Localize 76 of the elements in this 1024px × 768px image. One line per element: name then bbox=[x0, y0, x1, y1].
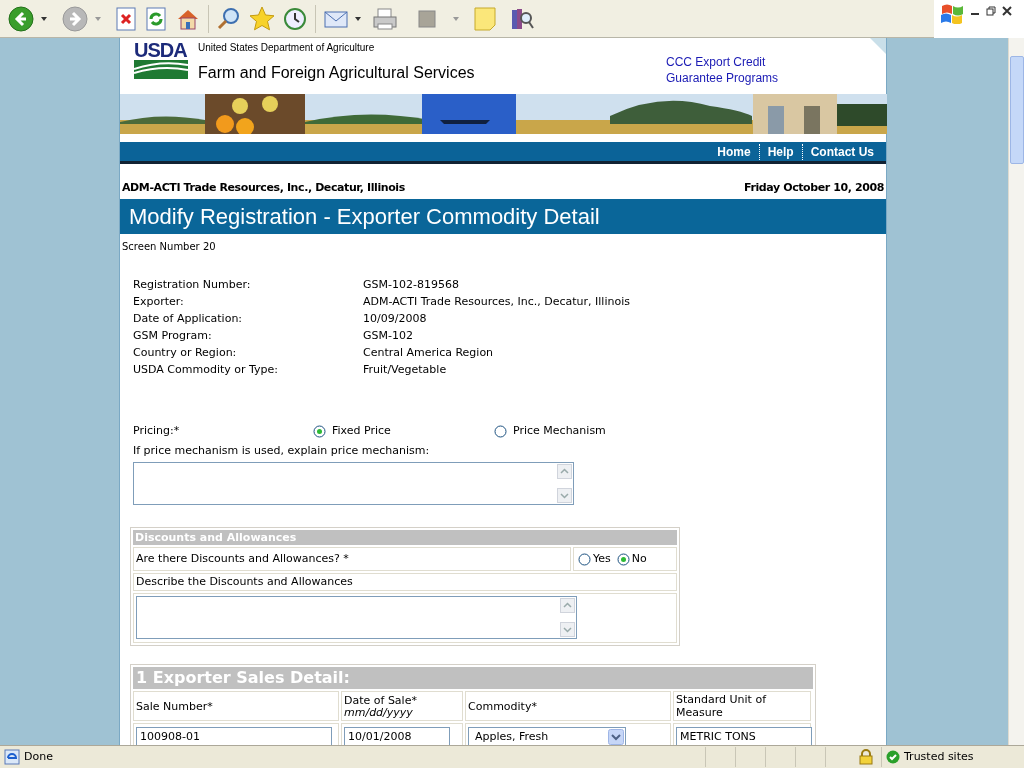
check-icon bbox=[886, 750, 900, 764]
page-title: Modify Registration - Exporter Commodity Detail bbox=[120, 198, 886, 234]
radio-button[interactable] bbox=[313, 424, 326, 438]
field-label: Date of Application: bbox=[133, 310, 244, 327]
text-area[interactable] bbox=[133, 462, 574, 505]
field-value: Central America Region bbox=[363, 344, 494, 361]
date-format-hint: mm/dd/yyyy bbox=[344, 706, 414, 719]
edit-icon[interactable] bbox=[418, 9, 436, 28]
scroll-up-icon[interactable] bbox=[560, 598, 575, 613]
field-label: Describe the Discounts and Allowances bbox=[133, 573, 677, 591]
field-value: ADM-ACTI Trade Resources, Inc., Decatur, Illinois bbox=[363, 293, 630, 310]
scroll-up-icon[interactable] bbox=[557, 464, 572, 479]
input-field[interactable]: 10/01/2008 bbox=[344, 727, 450, 745]
restore-icon[interactable] bbox=[986, 6, 996, 16]
field-value: 10/09/2008 bbox=[363, 310, 427, 327]
agency-name: United States Department of Agriculture bbox=[198, 42, 376, 54]
radio-label: No bbox=[631, 550, 647, 567]
radio-label: Price Mechanism bbox=[513, 422, 606, 439]
refresh-icon[interactable] bbox=[146, 6, 166, 31]
field-value: GSM-102 bbox=[363, 327, 413, 344]
section-header: Discounts and Allowances bbox=[133, 530, 677, 545]
corner-icon bbox=[870, 38, 886, 54]
nav-link[interactable]: Home bbox=[709, 143, 759, 160]
zone-text: Trusted sites bbox=[904, 748, 975, 765]
current-date: Friday October 10, 2008 bbox=[744, 180, 884, 196]
scroll-down-icon[interactable] bbox=[560, 622, 575, 637]
dropdown[interactable]: Apples, Fresh bbox=[468, 727, 626, 745]
stop-icon[interactable] bbox=[116, 6, 136, 31]
radio-label: Fixed Price bbox=[332, 422, 391, 439]
text-area[interactable] bbox=[136, 596, 577, 639]
column-header: Date of Sale* bbox=[344, 693, 418, 707]
scroll-down-icon[interactable] bbox=[557, 488, 572, 503]
field-label: Pricing:* bbox=[133, 422, 181, 439]
history-icon[interactable] bbox=[283, 6, 307, 31]
radio-label: Yes bbox=[593, 550, 611, 567]
exporter-name: ADM-ACTI Trade Resources, Inc., Decatur, Illinois bbox=[122, 180, 405, 196]
column-header: Standard Unit of Measure bbox=[676, 693, 768, 719]
program-link[interactable]: CCC Export Credit Guarantee Programs bbox=[666, 54, 779, 86]
close-icon[interactable] bbox=[1002, 6, 1012, 16]
field-label: USDA Commodity or Type: bbox=[133, 361, 279, 378]
question-label: Are there Discounts and Allowances? * bbox=[133, 547, 571, 571]
site-title: Farm and Foreign Agricultural Services bbox=[198, 63, 475, 83]
radio-button[interactable] bbox=[578, 552, 591, 566]
usda-logo-icon bbox=[134, 60, 188, 79]
printer-icon[interactable] bbox=[372, 6, 398, 31]
search-icon[interactable] bbox=[217, 6, 241, 31]
radio-button[interactable] bbox=[616, 552, 630, 566]
nav-link[interactable]: Help bbox=[758, 143, 802, 160]
caret-icon[interactable] bbox=[40, 14, 48, 23]
caret-icon[interactable] bbox=[354, 14, 362, 23]
input-field[interactable]: METRIC TONS bbox=[676, 727, 812, 745]
field-label: Registration Number: bbox=[133, 276, 252, 293]
lock-icon bbox=[859, 749, 873, 765]
column-header: Commodity* bbox=[468, 699, 538, 713]
nav-link[interactable]: Contact Us bbox=[801, 143, 882, 160]
field-label: If price mechanism is used, explain price mechanism: bbox=[133, 442, 431, 459]
status-text: Done bbox=[24, 748, 53, 765]
field-label: Exporter: bbox=[133, 293, 185, 310]
screen-number: Screen Number 20 bbox=[122, 239, 217, 254]
windows-logo-icon bbox=[940, 2, 964, 24]
radio-button[interactable] bbox=[494, 424, 507, 438]
field-value: GSM-102-819568 bbox=[363, 276, 459, 293]
field-value: Fruit/Vegetable bbox=[363, 361, 447, 378]
forward-icon[interactable] bbox=[62, 5, 88, 32]
field-label: GSM Program: bbox=[133, 327, 213, 344]
input-field[interactable]: 100908-01 bbox=[136, 727, 332, 745]
mail-icon[interactable] bbox=[324, 8, 348, 29]
field-label: Country or Region: bbox=[133, 344, 238, 361]
column-header: Sale Number* bbox=[136, 699, 214, 713]
back-icon[interactable] bbox=[8, 5, 34, 32]
books-icon[interactable] bbox=[510, 6, 534, 31]
scrollbar[interactable] bbox=[1008, 38, 1024, 745]
section-header: 1 Exporter Sales Detail: bbox=[133, 667, 813, 689]
browser-icon bbox=[4, 749, 20, 765]
star-icon[interactable] bbox=[249, 5, 275, 32]
logo-text: USDA bbox=[134, 40, 188, 60]
